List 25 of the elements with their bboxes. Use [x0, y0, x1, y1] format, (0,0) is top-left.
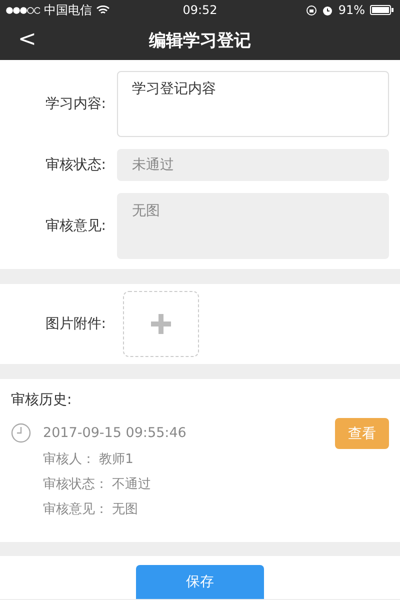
- back-button[interactable]: <: [14, 27, 40, 52]
- battery-percent: 91%: [338, 3, 365, 17]
- readonly-field: 未通过: [117, 149, 389, 181]
- alarm-icon: [322, 4, 334, 16]
- rotation-lock-icon: [306, 4, 318, 16]
- clock-icon: [11, 423, 31, 443]
- history-time: 2017-09-15 09:55:46: [43, 425, 188, 441]
- field-label: 学习内容:: [44, 95, 106, 113]
- add-image-button[interactable]: [123, 291, 199, 357]
- clock-time: 09:52: [182, 3, 218, 17]
- readonly-field: 无图: [117, 193, 389, 259]
- battery-icon: [370, 5, 394, 15]
- signal-icon: [6, 6, 40, 14]
- carrier-name: 中国电信: [44, 2, 92, 18]
- history-detail: 审核人： 教师1: [43, 451, 134, 468]
- wifi-icon: [96, 5, 110, 15]
- attachment-label: 图片附件:: [44, 315, 106, 333]
- plus-icon: [151, 314, 171, 334]
- history-detail: 审核状态： 不通过: [43, 476, 152, 493]
- field-label: 审核意见:: [44, 217, 106, 235]
- history-heading: 审核历史:: [11, 391, 73, 409]
- field-label: 审核状态:: [44, 156, 106, 174]
- input-field[interactable]: 学习登记内容: [117, 71, 389, 137]
- page-title: 编辑学习登记: [149, 30, 251, 52]
- history-detail: 审核意见： 无图: [43, 501, 140, 518]
